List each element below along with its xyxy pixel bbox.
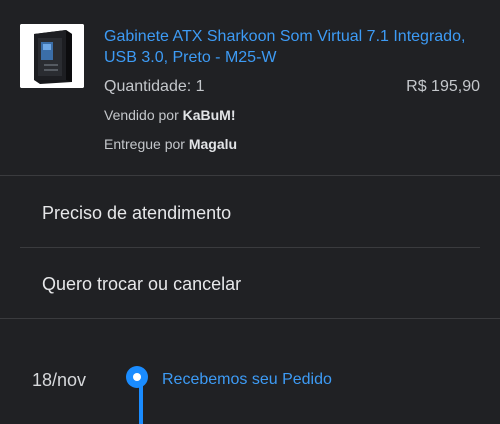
pc-case-image — [20, 24, 84, 88]
timeline-event-label: Recebemos seu Pedido — [162, 371, 332, 388]
delivered-by-prefix: Entregue por — [104, 136, 189, 152]
carrier-name: Magalu — [188, 136, 238, 152]
menu-divider — [20, 247, 480, 248]
exchange-cancel-button[interactable]: Quero trocar ou cancelar — [42, 249, 482, 319]
order-product-card: Gabinete ATX Sharkoon Som Virtual 7.1 In… — [0, 0, 500, 175]
sold-by-prefix: Vendido por — [104, 107, 183, 123]
product-thumbnail[interactable] — [20, 24, 84, 88]
product-price: R$ 195,90 — [406, 78, 480, 95]
timeline-dot-icon — [126, 366, 148, 388]
support-request-button[interactable]: Preciso de atendimento — [42, 178, 482, 248]
sold-by: Vendido por KaBuM! — [104, 107, 236, 123]
seller-name: KaBuM! — [182, 107, 236, 123]
section-divider — [0, 175, 500, 176]
section-divider — [0, 318, 500, 319]
product-title[interactable]: Gabinete ATX Sharkoon Som Virtual 7.1 In… — [104, 26, 484, 68]
product-quantity: Quantidade: 1 — [104, 78, 205, 95]
timeline-date: 18/nov — [32, 370, 87, 390]
delivered-by: Entregue por Magalu — [104, 136, 237, 152]
